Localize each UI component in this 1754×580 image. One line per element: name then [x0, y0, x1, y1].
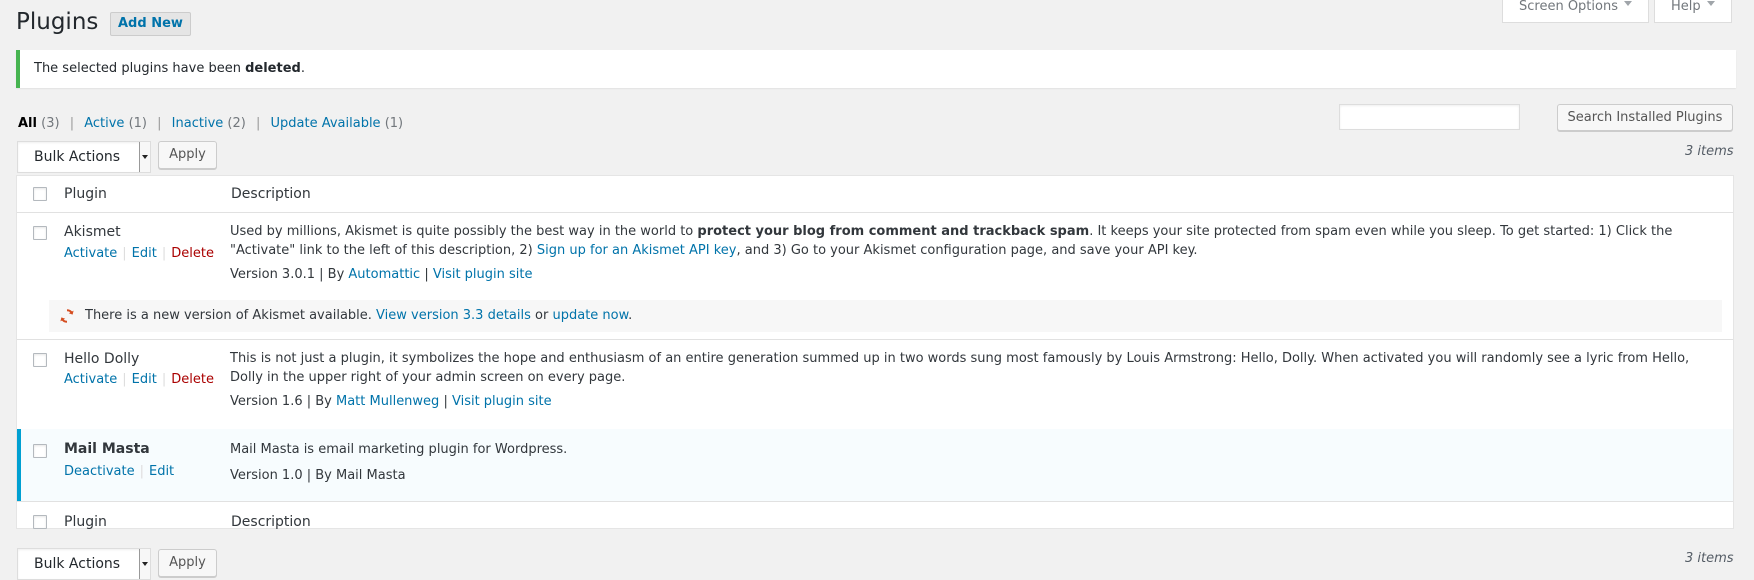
delete-link[interactable]: Delete	[171, 246, 214, 261]
notice-text: The selected plugins have been	[34, 61, 246, 76]
plugin-checkbox-hello-dolly[interactable]	[33, 353, 47, 367]
plugin-description-hello-dolly: This is not just a plugin, it symbolizes…	[230, 351, 1690, 385]
visit-plugin-site-link[interactable]: Visit plugin site	[433, 267, 533, 282]
help-tab[interactable]: Help	[1654, 0, 1732, 23]
screen-options-tab[interactable]: Screen Options	[1502, 0, 1649, 23]
plugin-search-input[interactable]	[1339, 104, 1520, 130]
edit-link[interactable]: Edit	[149, 464, 174, 479]
plugin-meta-akismet: Version 3.0.1 | By Automattic | Visit pl…	[230, 267, 533, 282]
notice-bold: deleted	[245, 61, 301, 76]
filter-separator: |	[69, 116, 75, 131]
column-footer-plugin[interactable]: Plugin	[64, 514, 107, 530]
apply-button[interactable]: Apply	[158, 141, 217, 169]
row-actions-akismet: Activate | Edit | Delete	[64, 246, 214, 261]
chevron-down-icon	[1624, 1, 1632, 6]
update-notice-akismet: There is a new version of Akismet availa…	[49, 300, 1722, 332]
help-label: Help	[1671, 0, 1701, 14]
select-all-checkbox[interactable]	[33, 187, 47, 201]
dropdown-arrow-icon	[139, 142, 150, 172]
plugin-checkbox-mail-masta[interactable]	[33, 444, 47, 458]
column-header-description: Description	[231, 186, 311, 202]
filter-update-available[interactable]: Update Available	[271, 116, 381, 131]
filter-all-count: (3)	[41, 116, 60, 131]
row-divider	[17, 339, 1733, 340]
plugin-meta-hello-dolly: Version 1.6 | By Matt Mullenweg | Visit …	[230, 394, 552, 409]
filter-all[interactable]: All	[18, 116, 37, 131]
akismet-api-key-link[interactable]: Sign up for an Akismet API key	[537, 243, 737, 258]
footer-divider	[17, 501, 1733, 502]
activate-link[interactable]: Activate	[64, 372, 117, 387]
screen-options-label: Screen Options	[1519, 0, 1618, 14]
author-link-automattic[interactable]: Automattic	[348, 267, 420, 282]
view-version-details-link[interactable]: View version 3.3 details	[376, 308, 531, 323]
page-title: Plugins	[16, 9, 99, 35]
filter-separator: |	[255, 116, 261, 131]
visit-plugin-site-link[interactable]: Visit plugin site	[452, 394, 552, 409]
activate-link[interactable]: Activate	[64, 246, 117, 261]
row-actions-mail-masta: Deactivate | Edit	[64, 464, 175, 479]
column-footer-description: Description	[231, 514, 311, 530]
author-link-matt-mullenweg[interactable]: Matt Mullenweg	[336, 394, 439, 409]
plugin-description-mail-masta: Mail Masta is email marketing plugin for…	[230, 442, 568, 457]
column-header-plugin[interactable]: Plugin	[64, 186, 107, 202]
filter-separator: |	[157, 116, 162, 131]
delete-link[interactable]: Delete	[171, 372, 214, 387]
row-actions-hello-dolly: Activate | Edit | Delete	[64, 372, 214, 387]
bulk-actions-select[interactable]: Bulk Actions	[17, 141, 151, 173]
bulk-actions-value: Bulk Actions	[34, 149, 121, 165]
update-now-link[interactable]: update now	[552, 308, 628, 323]
header-divider	[17, 212, 1733, 213]
plugin-description-akismet: Used by millions, Akismet is quite possi…	[230, 224, 1673, 258]
deactivate-link[interactable]: Deactivate	[64, 464, 135, 479]
dropdown-arrow-icon	[139, 549, 150, 579]
plugin-status-filters: All (3) | Active (1) | Inactive (2) | Up…	[18, 115, 403, 133]
chevron-down-icon	[1706, 1, 1715, 6]
plugin-name-hello-dolly: Hello Dolly	[64, 351, 140, 367]
filter-inactive[interactable]: Inactive	[172, 116, 224, 131]
update-icon	[60, 309, 74, 323]
bulk-actions-select-bottom[interactable]: Bulk Actions	[17, 548, 151, 580]
bulk-actions-value: Bulk Actions	[34, 556, 121, 572]
filter-inactive-count: (2)	[227, 116, 246, 131]
items-count-bottom: 3 items	[1685, 551, 1734, 566]
filter-update-count: (1)	[384, 116, 404, 131]
items-count-top: 3 items	[1685, 144, 1734, 159]
filter-active-count: (1)	[128, 116, 147, 131]
add-new-button[interactable]: Add New	[110, 12, 191, 36]
apply-button-bottom[interactable]: Apply	[158, 549, 217, 577]
notice-end: .	[300, 61, 305, 76]
search-plugins-button[interactable]: Search Installed Plugins	[1557, 104, 1733, 131]
plugin-name-akismet: Akismet	[64, 224, 121, 240]
plugins-table: Plugin Description Akismet Activate | Edit…	[16, 175, 1734, 530]
edit-link[interactable]: Edit	[132, 246, 157, 261]
success-notice: The selected plugins have been deleted.	[16, 50, 1736, 88]
filter-active[interactable]: Active	[84, 116, 124, 131]
active-plugin-row: Mail Masta Deactivate | Edit Mail Masta is…	[17, 429, 1733, 501]
plugin-checkbox-akismet[interactable]	[33, 226, 47, 240]
plugin-name-mail-masta: Mail Masta	[64, 441, 150, 457]
plugin-meta-mail-masta: Version 1.0 | By Mail Masta	[230, 468, 406, 483]
select-all-checkbox-footer[interactable]	[33, 515, 47, 529]
edit-link[interactable]: Edit	[132, 372, 157, 387]
